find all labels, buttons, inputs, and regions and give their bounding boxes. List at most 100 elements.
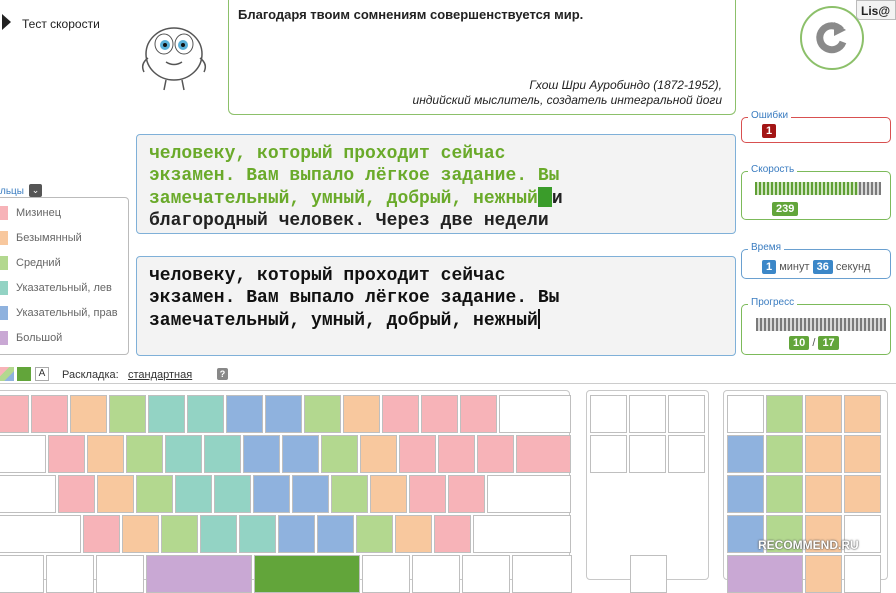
- keyboard-key: [438, 435, 475, 473]
- keyboard-key: [321, 435, 358, 473]
- keyboard-key: [356, 515, 393, 553]
- keyboard-key: [83, 515, 120, 553]
- keyboard-key: [265, 395, 302, 433]
- time-seconds-unit: секунд: [835, 261, 871, 273]
- keyboard-key: [805, 435, 842, 473]
- keyboard-key: [96, 555, 144, 593]
- legend-swatch: [0, 306, 8, 320]
- keyboard-key: [187, 395, 224, 433]
- play-arrow-icon[interactable]: [2, 14, 11, 30]
- progress-panel: Прогресс 10 / 17: [741, 297, 891, 355]
- typed-line-1: человеку, который проходит сейчас: [149, 144, 506, 164]
- keyboard-key: [805, 555, 842, 593]
- keyboard-key: [766, 435, 803, 473]
- time-minutes-unit: минут: [779, 261, 810, 273]
- keyboard-key: [499, 395, 571, 433]
- keyboard-key: [668, 395, 705, 433]
- legend-item: Указательный, прав: [0, 306, 118, 320]
- keyboard-key: [630, 555, 667, 593]
- keyboard-key: [805, 395, 842, 433]
- progress-done: 10: [789, 336, 810, 350]
- keyboard-key: [317, 515, 354, 553]
- speed-panel: Скорость 239: [741, 164, 891, 220]
- time-minutes: 1: [762, 260, 777, 274]
- keyboard-key: [292, 475, 329, 513]
- keyboard-key: [0, 475, 56, 513]
- keyboard-key: [512, 555, 572, 593]
- color-mode-fingers[interactable]: [0, 367, 14, 381]
- typed-line-2: экзамен. Вам выпало лёгкое задание. Вы: [149, 166, 560, 186]
- progress-total: 17: [818, 336, 839, 350]
- typed-line-3: замечательный, умный, добрый, нежный: [149, 189, 538, 209]
- time-seconds: 36: [812, 260, 833, 274]
- errors-count: 1: [762, 124, 777, 138]
- keyboard-key: [175, 475, 212, 513]
- quote-author: Гхош Шри Ауробиндо (1872-1952),: [529, 78, 722, 92]
- keyboard-key: [46, 555, 94, 593]
- keyboard-key: [473, 515, 571, 553]
- keyboard-key: [278, 515, 315, 553]
- keyboard-key: [136, 475, 173, 513]
- help-icon[interactable]: ?: [217, 368, 228, 380]
- legend-collapse-button[interactable]: ⌄: [29, 184, 42, 197]
- quote-author-description: индийский мыслитель, создатель интеграль…: [412, 93, 722, 107]
- typing-input[interactable]: человеку, который проходит сейчас экзаме…: [136, 256, 736, 356]
- restart-button[interactable]: [800, 6, 864, 70]
- quote-text: Благодаря твоим сомнениям совершенствует…: [238, 7, 584, 22]
- keyboard-key: [253, 475, 290, 513]
- progress-label: Прогресс: [748, 297, 798, 308]
- legend-swatch: [0, 256, 8, 270]
- keyboard-key: [727, 395, 764, 433]
- divider: [0, 383, 896, 384]
- keyboard-key: [282, 435, 319, 473]
- keyboard-key: [727, 555, 803, 593]
- keyboard-key: [97, 475, 134, 513]
- keyboard-key: [629, 395, 666, 433]
- keyboard-key: [0, 515, 81, 553]
- input-line-1: человеку, который проходит сейчас: [149, 266, 506, 286]
- legend-label: Безымянный: [16, 232, 82, 244]
- legend-item: Средний: [0, 256, 61, 270]
- keyboard-key: [668, 435, 705, 473]
- keyboard-key: [254, 555, 360, 593]
- keyboard-key: [462, 555, 510, 593]
- keyboard-key: [239, 515, 276, 553]
- keyboard-key: [87, 435, 124, 473]
- legend-item: Большой: [0, 331, 62, 345]
- keyboard-key: [727, 435, 764, 473]
- nav-speed-test-link[interactable]: Тест скорости: [22, 17, 100, 31]
- keyboard-key: [48, 435, 85, 473]
- layout-selector[interactable]: стандартная: [128, 369, 192, 381]
- legend-label: Указательный, лев: [16, 282, 112, 294]
- restart-icon: [816, 22, 847, 54]
- keyboard-key: [766, 395, 803, 433]
- keyboard-key: [460, 395, 497, 433]
- mascot-icon: [141, 27, 207, 91]
- speed-bar: [755, 182, 881, 195]
- legend-label: Большой: [16, 332, 63, 344]
- keyboard-key: [434, 515, 471, 553]
- rest-line-3: и: [551, 189, 563, 209]
- color-mode-letters[interactable]: A: [35, 367, 49, 381]
- user-name[interactable]: Lis@: [856, 0, 896, 20]
- color-mode-green[interactable]: [17, 367, 31, 381]
- speed-label: Скорость: [748, 164, 798, 175]
- legend-item: Указательный, лев: [0, 281, 112, 295]
- keyboard-key: [412, 555, 460, 593]
- keyboard-key: [590, 395, 627, 433]
- progress-bar: [756, 318, 886, 331]
- keyboard-key: [448, 475, 485, 513]
- keyboard-key: [590, 435, 627, 473]
- keyboard-key: [477, 435, 514, 473]
- keyboard-key: [844, 555, 881, 593]
- input-line-2: экзамен. Вам выпало лёгкое задание. Вы: [149, 288, 560, 308]
- time-label: Время: [748, 242, 785, 253]
- watermark: RECOMMEND.RU: [758, 538, 859, 552]
- keyboard-key: [200, 515, 237, 553]
- keyboard-key: [214, 475, 251, 513]
- keyboard-key: [343, 395, 380, 433]
- keyboard-key: [126, 435, 163, 473]
- keyboard-key: [487, 475, 571, 513]
- keyboard-key: [58, 475, 95, 513]
- speed-bar-fill: [755, 182, 859, 195]
